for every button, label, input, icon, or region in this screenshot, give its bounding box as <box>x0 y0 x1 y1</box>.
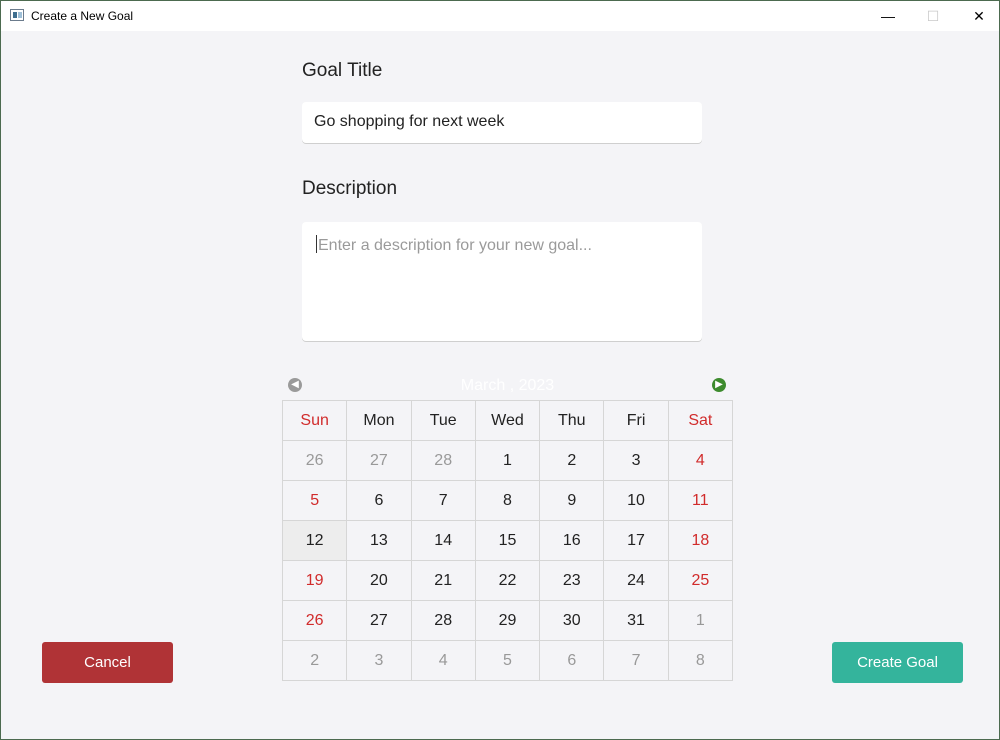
day-header-sat: Sat <box>667 400 734 441</box>
calendar-day[interactable]: 15 <box>474 520 541 561</box>
calendar-week: 5 6 7 8 9 10 11 <box>281 480 734 521</box>
calendar-day[interactable]: 22 <box>474 560 541 601</box>
description-placeholder: Enter a description for your new goal... <box>318 237 592 254</box>
calendar-grid: Sun Mon Tue Wed Thu Fri Sat 26 27 28 1 2… <box>281 400 734 681</box>
calendar-day[interactable]: 26 <box>281 600 348 641</box>
calendar-day[interactable]: 2 <box>539 440 605 481</box>
calendar-day[interactable]: 31 <box>603 600 669 641</box>
calendar-week: 2 3 4 5 6 7 8 <box>281 640 734 681</box>
calendar-day[interactable]: 26 <box>281 440 348 481</box>
window: Create a New Goal — ☐ ✕ Goal Title Go sh… <box>0 0 1000 740</box>
arrow-right-circle-icon[interactable]: ▶ <box>712 378 726 392</box>
calendar-day[interactable]: 20 <box>346 560 412 601</box>
calendar-day[interactable]: 17 <box>603 520 669 561</box>
close-button[interactable]: ✕ <box>956 1 1000 31</box>
title-bar: Create a New Goal — ☐ ✕ <box>1 1 999 31</box>
calendar-day[interactable]: 7 <box>603 640 669 681</box>
calendar-day[interactable]: 21 <box>410 560 476 601</box>
calendar-day[interactable]: 5 <box>281 480 348 521</box>
calendar-day[interactable]: 2 <box>281 640 348 681</box>
calendar-day[interactable]: 24 <box>603 560 669 601</box>
calendar-day[interactable]: 14 <box>410 520 476 561</box>
day-header-tue: Tue <box>410 400 476 441</box>
cancel-button[interactable]: Cancel <box>42 642 173 683</box>
calendar-day[interactable]: 13 <box>346 520 412 561</box>
calendar-day[interactable]: 7 <box>410 480 476 521</box>
maximize-button[interactable]: ☐ <box>910 1 956 31</box>
calendar-day[interactable]: 4 <box>667 440 734 481</box>
calendar-day[interactable]: 28 <box>410 440 476 481</box>
calendar-day[interactable]: 25 <box>667 560 734 601</box>
calendar-day[interactable]: 3 <box>603 440 669 481</box>
window-title: Create a New Goal <box>31 9 134 23</box>
calendar-day-headers: Sun Mon Tue Wed Thu Fri Sat <box>281 400 734 441</box>
calendar-day[interactable]: 4 <box>410 640 476 681</box>
day-header-wed: Wed <box>474 400 541 441</box>
calendar-day[interactable]: 30 <box>539 600 605 641</box>
calendar-week: 12 13 14 15 16 17 18 <box>281 520 734 561</box>
calendar-week: 19 20 21 22 23 24 25 <box>281 560 734 601</box>
calendar-day[interactable]: 10 <box>603 480 669 521</box>
calendar-day[interactable]: 1 <box>474 440 541 481</box>
calendar-day[interactable]: 6 <box>346 480 412 521</box>
calendar-day[interactable]: 8 <box>667 640 734 681</box>
day-header-fri: Fri <box>603 400 669 441</box>
text-caret <box>316 235 317 253</box>
calendar-day[interactable]: 1 <box>667 600 734 641</box>
calendar-day[interactable]: 5 <box>474 640 541 681</box>
calendar-day[interactable]: 6 <box>539 640 605 681</box>
app-icon <box>10 9 24 21</box>
goal-title-value: Go shopping for next week <box>314 113 505 130</box>
day-header-thu: Thu <box>539 400 605 441</box>
calendar-week: 26 27 28 1 2 3 4 <box>281 440 734 481</box>
calendar-week: 26 27 28 29 30 31 1 <box>281 600 734 641</box>
calendar-day[interactable]: 18 <box>667 520 734 561</box>
description-label: Description <box>302 178 398 199</box>
calendar-day-today[interactable]: 12 <box>281 520 348 561</box>
calendar-day[interactable]: 23 <box>539 560 605 601</box>
create-goal-button[interactable]: Create Goal <box>832 642 963 683</box>
calendar-day[interactable]: 19 <box>281 560 348 601</box>
day-header-sun: Sun <box>281 400 348 441</box>
calendar-day[interactable]: 9 <box>539 480 605 521</box>
calendar-header: ◀ March , 2023 ▶ <box>282 373 733 399</box>
calendar-day[interactable]: 3 <box>346 640 412 681</box>
goal-title-label: Goal Title <box>302 60 383 81</box>
calendar-day[interactable]: 29 <box>474 600 541 641</box>
calendar-day[interactable]: 8 <box>474 480 541 521</box>
calendar-day[interactable]: 27 <box>346 600 412 641</box>
minimize-button[interactable]: — <box>865 1 911 31</box>
calendar-day[interactable]: 11 <box>667 480 734 521</box>
day-header-mon: Mon <box>346 400 412 441</box>
calendar-month-label: March , 2023 <box>460 377 555 394</box>
description-input[interactable]: Enter a description for your new goal... <box>302 222 702 341</box>
calendar-day[interactable]: 16 <box>539 520 605 561</box>
calendar-day[interactable]: 27 <box>346 440 412 481</box>
calendar-day[interactable]: 28 <box>410 600 476 641</box>
goal-title-input[interactable]: Go shopping for next week <box>302 102 702 143</box>
